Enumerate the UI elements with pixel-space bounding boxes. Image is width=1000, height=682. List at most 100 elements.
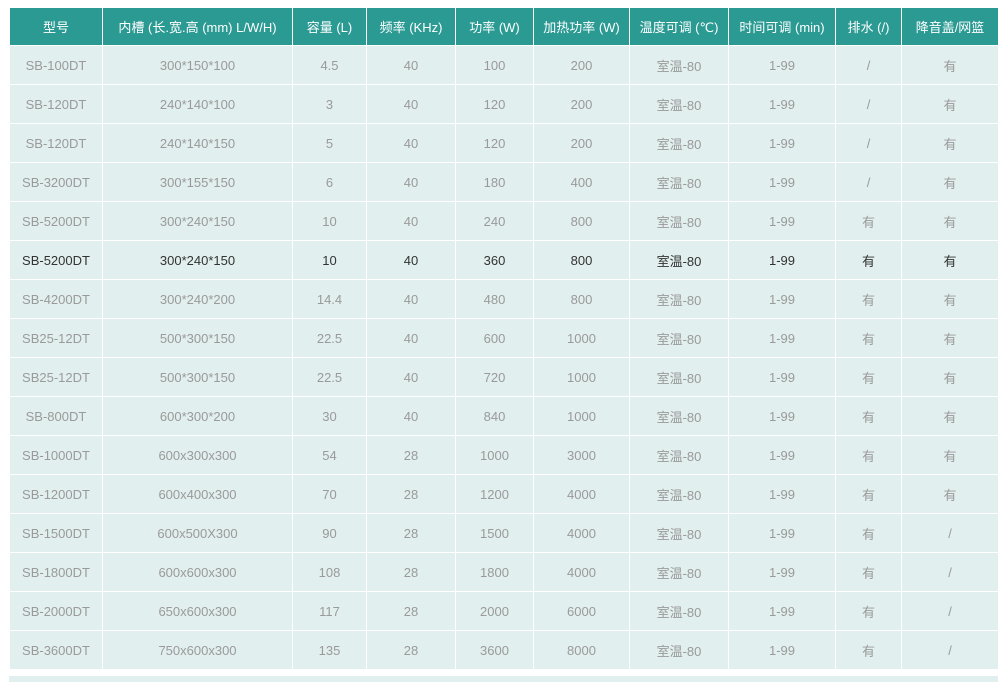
cell-time: 1-99 <box>728 474 836 514</box>
cell-heating-power: 800 <box>533 201 630 241</box>
table-row: SB-3200DT 300*155*150 6 40 180 400 室温-80 1-99/有 <box>9 162 999 202</box>
cell-lid-basket: / <box>901 630 999 670</box>
cell-model: SB-5200DT <box>9 240 103 280</box>
cell-lid-basket: 有 <box>901 240 999 280</box>
cell-time: 1-99 <box>728 162 836 202</box>
cell-time: 1-99 <box>728 591 836 631</box>
cell-capacity: 108 <box>292 552 367 592</box>
table-row: SB-2000DT 650x600x300 117 28 2000 6000 室温-80 1-… <box>9 591 999 631</box>
cell-power: 240 <box>455 201 534 241</box>
cell-heating-power: 800 <box>533 240 630 280</box>
cell-drain: 有 <box>835 201 902 241</box>
cell-frequency: 40 <box>366 45 456 85</box>
table-body: SB-100DT 300*150*100 4.5 40 100 200 室温-80 1-99/… <box>9 45 999 670</box>
cell-lid-basket: / <box>901 513 999 553</box>
cell-inner-size: 240*140*100 <box>102 84 293 124</box>
cell-frequency: 40 <box>366 84 456 124</box>
cell-temperature: 室温-80 <box>629 591 729 631</box>
cell-inner-size: 300*150*100 <box>102 45 293 85</box>
cell-drain: 有 <box>835 240 902 280</box>
cell-lid-basket: / <box>901 591 999 631</box>
cell-temperature: 室温-80 <box>629 162 729 202</box>
cell-frequency: 40 <box>366 123 456 163</box>
cell-heating-power: 800 <box>533 279 630 319</box>
table-row: SB-120DT 240*140*100 3 40 120 200 室温-80 1-99/有 <box>9 84 999 124</box>
cell-lid-basket: 有 <box>901 279 999 319</box>
column-header-drain: 排水 (/) <box>835 7 902 46</box>
cell-temperature: 室温-80 <box>629 474 729 514</box>
cell-time: 1-99 <box>728 318 836 358</box>
cell-time: 1-99 <box>728 201 836 241</box>
cell-temperature: 室温-80 <box>629 240 729 280</box>
cell-drain: / <box>835 123 902 163</box>
cell-model: SB-1800DT <box>9 552 103 592</box>
cell-temperature: 室温-80 <box>629 201 729 241</box>
cell-lid-basket: 有 <box>901 318 999 358</box>
cell-temperature: 室温-80 <box>629 123 729 163</box>
cell-drain: 有 <box>835 396 902 436</box>
cell-time: 1-99 <box>728 279 836 319</box>
cell-capacity: 30 <box>292 396 367 436</box>
cell-capacity: 54 <box>292 435 367 475</box>
column-header-model: 型号 <box>9 7 103 46</box>
cell-lid-basket: 有 <box>901 474 999 514</box>
cell-inner-size: 650x600x300 <box>102 591 293 631</box>
cell-power: 720 <box>455 357 534 397</box>
cell-model: SB-5200DT <box>9 201 103 241</box>
cell-frequency: 28 <box>366 552 456 592</box>
table-row: SB-5200DT 300*240*150 10 40 360 800 室温-80 1-99 有… <box>9 240 999 280</box>
spec-table-container: 型号 内槽 (长.宽.高 (mm) L/W/H) 容量 (L) 频率 (KHz) 功率 … <box>9 7 999 670</box>
cell-inner-size: 600x300x300 <box>102 435 293 475</box>
cell-capacity: 14.4 <box>292 279 367 319</box>
cell-frequency: 40 <box>366 279 456 319</box>
cell-drain: 有 <box>835 513 902 553</box>
cell-model: SB-800DT <box>9 396 103 436</box>
cell-frequency: 40 <box>366 318 456 358</box>
cell-time: 1-99 <box>728 552 836 592</box>
cell-model: SB25-12DT <box>9 318 103 358</box>
cell-model: SB-4200DT <box>9 279 103 319</box>
table-row: SB-1800DT 600x600x300 108 28 1800 4000 室温-80 1-… <box>9 552 999 592</box>
table-row: SB-1500DT 600x500X300 90 28 1500 4000 室温-80 1-9… <box>9 513 999 553</box>
cell-model: SB-120DT <box>9 84 103 124</box>
cell-capacity: 3 <box>292 84 367 124</box>
cell-lid-basket: 有 <box>901 84 999 124</box>
table-row: SB-1200DT 600x400x300 70 28 1200 4000 室温-80 1-9… <box>9 474 999 514</box>
cell-heating-power: 4000 <box>533 552 630 592</box>
cell-power: 480 <box>455 279 534 319</box>
cell-heating-power: 1000 <box>533 318 630 358</box>
cell-drain: 有 <box>835 552 902 592</box>
cell-temperature: 室温-80 <box>629 279 729 319</box>
cell-capacity: 10 <box>292 240 367 280</box>
cell-inner-size: 500*300*150 <box>102 318 293 358</box>
cell-inner-size: 600x600x300 <box>102 552 293 592</box>
cell-time: 1-99 <box>728 435 836 475</box>
cell-inner-size: 300*155*150 <box>102 162 293 202</box>
cell-frequency: 28 <box>366 513 456 553</box>
cell-power: 1500 <box>455 513 534 553</box>
cell-power: 360 <box>455 240 534 280</box>
cell-heating-power: 3000 <box>533 435 630 475</box>
cell-inner-size: 600*300*200 <box>102 396 293 436</box>
cell-power: 600 <box>455 318 534 358</box>
cell-heating-power: 4000 <box>533 513 630 553</box>
cell-temperature: 室温-80 <box>629 435 729 475</box>
cell-time: 1-99 <box>728 396 836 436</box>
cell-frequency: 28 <box>366 474 456 514</box>
cell-model: SB-100DT <box>9 45 103 85</box>
table-row: SB25-12DT 500*300*150 22.5 40 600 1000 室温-80 1-… <box>9 318 999 358</box>
cell-frequency: 40 <box>366 396 456 436</box>
cell-temperature: 室温-80 <box>629 513 729 553</box>
cell-time: 1-99 <box>728 240 836 280</box>
table-row: SB25-12DT 500*300*150 22.5 40 720 1000 室温-80 1-… <box>9 357 999 397</box>
column-header-temperature: 温度可调 (℃) <box>629 7 729 46</box>
column-header-frequency: 频率 (KHz) <box>366 7 456 46</box>
header-row: 型号 内槽 (长.宽.高 (mm) L/W/H) 容量 (L) 频率 (KHz) 功率 … <box>9 7 999 46</box>
cell-capacity: 10 <box>292 201 367 241</box>
cell-time: 1-99 <box>728 45 836 85</box>
column-header-time: 时间可调 (min) <box>728 7 836 46</box>
cell-drain: 有 <box>835 474 902 514</box>
cell-heating-power: 200 <box>533 123 630 163</box>
cell-power: 120 <box>455 123 534 163</box>
cell-time: 1-99 <box>728 357 836 397</box>
